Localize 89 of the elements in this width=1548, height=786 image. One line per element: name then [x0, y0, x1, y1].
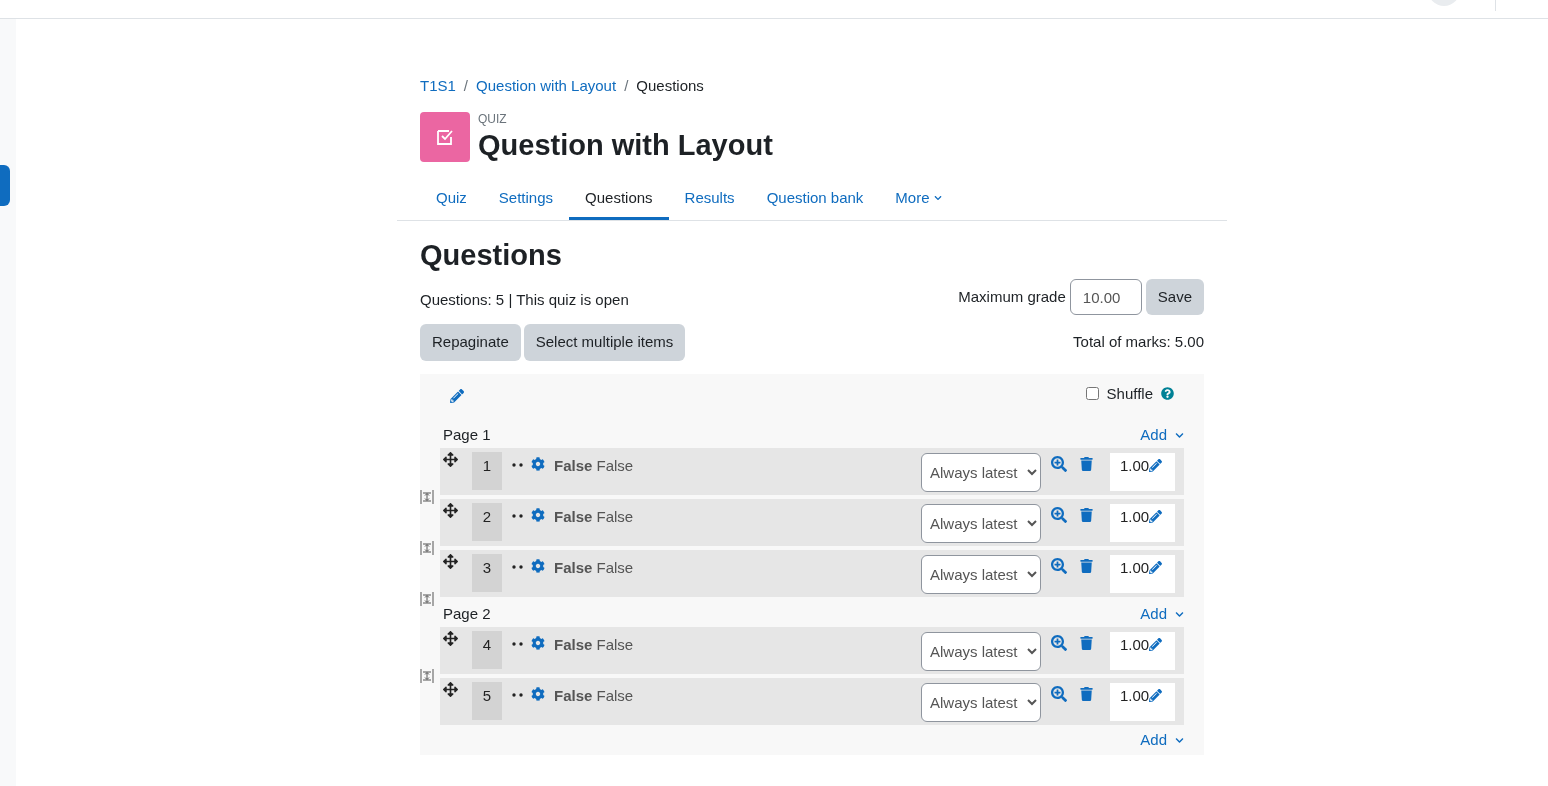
version-select[interactable]: Always latest	[921, 554, 1041, 594]
breadcrumb-separator: /	[624, 76, 629, 96]
breadcrumb-separator: /	[463, 76, 469, 96]
page-break-icon[interactable]	[420, 539, 434, 556]
gear-icon	[531, 558, 545, 573]
quiz-summary: Questions: 5 | This quiz is open	[420, 290, 630, 310]
breadcrumb-link[interactable]: T1S1	[420, 75, 456, 98]
page-break-icon[interactable]	[420, 590, 434, 607]
quiz-activity-icon	[420, 111, 470, 162]
mark-value: 1.00	[1120, 557, 1150, 578]
delete-icon[interactable]	[1080, 456, 1093, 471]
nav-tab[interactable]: Settings	[482, 179, 570, 220]
total-marks: Total of marks: 5.00	[1073, 332, 1204, 352]
preview-icon[interactable]	[1051, 557, 1067, 574]
nav-tab[interactable]: Question bank	[750, 179, 880, 220]
gear-icon	[531, 686, 545, 701]
preview-icon[interactable]	[1051, 634, 1067, 651]
nav-tab[interactable]: Quiz	[420, 179, 483, 220]
move-icon[interactable]	[443, 553, 458, 569]
drawer-toggle[interactable]	[0, 165, 10, 206]
question-name: False False	[554, 506, 634, 527]
version-select[interactable]: Always latest	[921, 452, 1041, 492]
action-button[interactable]: Select multiple items	[523, 323, 686, 361]
mark-value: 1.00	[1120, 685, 1150, 706]
question-number: 5	[472, 681, 502, 720]
help-icon[interactable]	[1161, 387, 1174, 401]
add-menu-link[interactable]: Add	[1140, 602, 1184, 626]
dots-icon	[512, 564, 525, 569]
edit-mark-icon[interactable]	[1149, 637, 1163, 651]
question-number: 2	[472, 502, 502, 541]
page-break-icon[interactable]	[420, 667, 434, 684]
page-label: Page 2	[443, 603, 491, 624]
edit-mark-icon[interactable]	[1149, 458, 1163, 472]
breadcrumb-current: Questions	[636, 76, 704, 96]
add-menu-link[interactable]: Add	[1140, 729, 1184, 752]
breadcrumb-link[interactable]: Question with Layout	[476, 75, 617, 98]
preview-icon[interactable]	[1051, 506, 1067, 523]
dots-icon	[512, 641, 525, 646]
gear-icon	[531, 507, 545, 522]
dots-icon	[512, 513, 525, 518]
caret-icon	[1175, 609, 1184, 619]
delete-icon[interactable]	[1080, 558, 1093, 573]
dots-icon	[512, 692, 525, 697]
nav-tab[interactable]: Questions	[569, 179, 669, 220]
caret-icon	[1175, 430, 1184, 440]
mark-value: 1.00	[1120, 634, 1150, 655]
version-select[interactable]: Always latest	[921, 631, 1041, 671]
save-button[interactable]: Save	[1145, 279, 1204, 315]
delete-icon[interactable]	[1080, 686, 1093, 701]
mark-value: 1.00	[1120, 506, 1150, 527]
max-grade-label: Maximum grade	[958, 286, 1066, 307]
caret-icon	[1175, 736, 1184, 745]
add-menu-link[interactable]: Add	[1140, 423, 1184, 447]
question-number: 4	[472, 630, 502, 669]
page-break-icon[interactable]	[420, 488, 434, 505]
move-icon[interactable]	[443, 681, 458, 697]
mark-value: 1.00	[1120, 455, 1150, 476]
gear-icon	[531, 456, 545, 471]
shuffle-label: Shuffle	[1106, 383, 1153, 404]
question-name: False False	[554, 455, 634, 476]
preview-icon[interactable]	[1051, 455, 1067, 472]
action-button[interactable]: Repaginate	[420, 323, 521, 361]
question-name: False False	[554, 557, 634, 578]
question-number: 3	[472, 553, 502, 592]
version-select[interactable]: Always latest	[921, 503, 1041, 543]
edit-icon[interactable]	[450, 388, 464, 403]
shuffle-checkbox[interactable]	[1085, 387, 1099, 401]
preview-icon[interactable]	[1051, 685, 1067, 702]
version-select[interactable]: Always latest	[921, 682, 1041, 722]
nav-tab[interactable]: More	[879, 179, 958, 220]
edit-mark-icon[interactable]	[1149, 509, 1163, 523]
dots-icon	[512, 462, 525, 467]
gear-icon	[531, 635, 545, 650]
move-icon[interactable]	[443, 630, 458, 646]
question-number: 1	[472, 451, 502, 490]
edit-mark-icon[interactable]	[1149, 560, 1163, 574]
page-label: Page 1	[443, 424, 491, 445]
page-title: Question with Layout	[478, 127, 773, 163]
max-grade-field[interactable]: 10.00	[1069, 279, 1142, 315]
edit-mark-icon[interactable]	[1149, 688, 1163, 702]
delete-icon[interactable]	[1080, 635, 1093, 650]
activity-type: QUIZ	[478, 112, 508, 125]
delete-icon[interactable]	[1080, 507, 1093, 522]
move-icon[interactable]	[443, 451, 458, 467]
section-heading: Questions	[420, 237, 563, 273]
question-name: False False	[554, 685, 634, 706]
move-icon[interactable]	[443, 502, 458, 518]
nav-tab[interactable]: Results	[668, 179, 751, 220]
question-name: False False	[554, 634, 634, 655]
